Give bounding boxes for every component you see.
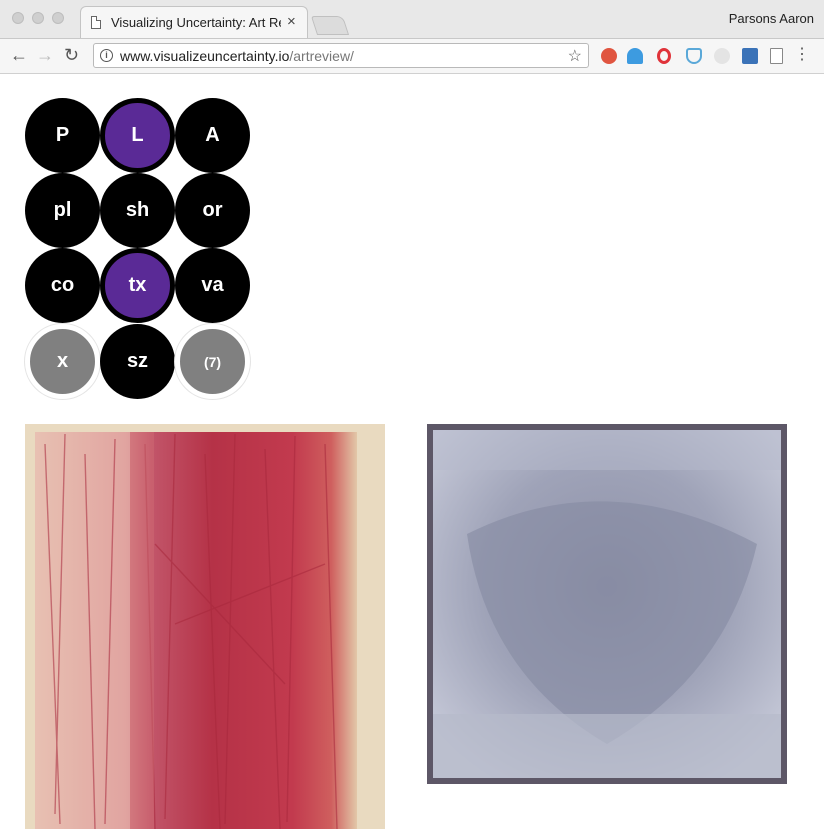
menu-icon[interactable]: ⋮ <box>794 46 810 64</box>
profile-name[interactable]: Parsons Aaron <box>729 11 814 26</box>
reload-icon[interactable]: ↻ <box>64 45 79 65</box>
button-label: tx <box>128 274 147 296</box>
encoding-button-count[interactable]: (7) <box>175 324 250 399</box>
encoding-button-pl[interactable]: pl <box>25 173 100 248</box>
close-window-button[interactable] <box>12 12 24 24</box>
info-icon[interactable]: i <box>100 49 113 62</box>
news-globe-icon[interactable] <box>627 48 643 64</box>
tab-bar: Visualizing Uncertainty: Art Re × Parson… <box>0 0 824 39</box>
address-bar[interactable]: i www.visualizeuncertainty.io/artreview/… <box>93 43 589 68</box>
minimize-window-button[interactable] <box>32 12 44 24</box>
encoding-button-or[interactable]: or <box>175 173 250 248</box>
button-label: A <box>205 124 220 146</box>
page-icon[interactable] <box>770 48 783 64</box>
back-arrow-icon[interactable]: ← <box>10 45 28 65</box>
red-abstract-painting[interactable] <box>25 424 385 829</box>
opera-icon[interactable] <box>657 48 671 64</box>
browser-tab[interactable]: Visualizing Uncertainty: Art Re × <box>80 6 308 38</box>
url-text[interactable]: www.visualizeuncertainty.io/artreview/ <box>120 48 354 64</box>
bookmark-star-icon[interactable]: ☆ <box>568 46 582 66</box>
button-label: sh <box>125 199 150 221</box>
gray-blue-abstract-painting[interactable] <box>427 424 787 784</box>
encoding-button-grid: P L A pl sh or co tx va x sz (7) <box>25 98 251 400</box>
encoding-button-p[interactable]: P <box>25 98 100 173</box>
button-label: pl <box>53 199 72 221</box>
encoding-button-x[interactable]: x <box>25 324 100 399</box>
button-label: (7) <box>203 353 222 370</box>
new-badge-icon[interactable] <box>742 48 758 64</box>
encoding-button-tx[interactable]: tx <box>100 248 175 323</box>
button-label: co <box>50 274 75 296</box>
url-path: /artreview/ <box>289 48 354 64</box>
shield-icon[interactable] <box>686 48 702 64</box>
encoding-button-a[interactable]: A <box>175 98 250 173</box>
pin-icon[interactable] <box>714 48 730 64</box>
encoding-button-sh[interactable]: sh <box>100 173 175 248</box>
url-host: www.visualizeuncertainty.io <box>120 48 290 64</box>
tab-close-icon[interactable]: × <box>287 13 296 31</box>
zoom-window-button[interactable] <box>52 12 64 24</box>
encoding-button-co[interactable]: co <box>25 248 100 323</box>
tab-title: Visualizing Uncertainty: Art Re <box>111 15 281 30</box>
button-label: sz <box>126 350 149 372</box>
new-tab-button[interactable] <box>310 16 350 35</box>
adblock-icon[interactable] <box>601 48 617 64</box>
forward-arrow-icon[interactable]: → <box>36 45 54 65</box>
browser-toolbar: ← → ↻ i www.visualizeuncertainty.io/artr… <box>0 39 824 74</box>
encoding-button-sz[interactable]: sz <box>100 324 175 399</box>
encoding-button-l[interactable]: L <box>100 98 175 173</box>
button-label: P <box>55 124 70 146</box>
button-label: L <box>131 124 144 146</box>
encoding-button-va[interactable]: va <box>175 248 250 323</box>
button-label: x <box>56 350 69 372</box>
button-label: or <box>202 199 223 221</box>
button-label: va <box>201 274 224 296</box>
document-icon <box>91 16 101 29</box>
